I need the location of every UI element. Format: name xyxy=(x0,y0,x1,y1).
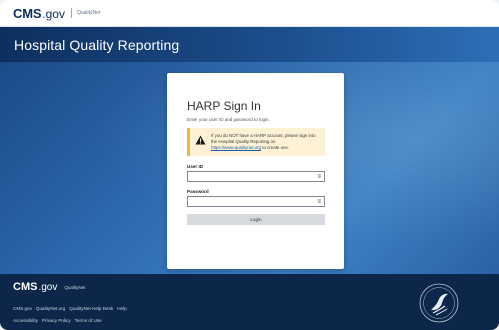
footer-links-row-2: Accessibility Privacy Policy Terms of Us… xyxy=(13,318,102,323)
user-id-field[interactable]: ≡ xyxy=(187,171,325,182)
password-label: Password xyxy=(187,189,209,194)
user-id-field-icon: ≡ xyxy=(317,173,321,180)
logo-subtitle: QualityNet xyxy=(76,10,101,16)
logo-gov-text: .gov xyxy=(42,6,65,21)
footer-link-qualitynet[interactable]: QualityNet.org xyxy=(36,306,65,311)
footer-link-privacy[interactable]: Privacy Policy xyxy=(42,318,71,323)
user-id-label: User ID xyxy=(187,164,204,169)
app-window: CMS .gov QualityNet Hospital Quality Rep… xyxy=(0,0,499,330)
footer-link-help-desk[interactable]: QualityNet Help Desk xyxy=(69,306,113,311)
alert-suffix: to create one. xyxy=(262,145,290,150)
footer-cms-logo[interactable]: CMS .gov QualityNet xyxy=(13,281,85,293)
footer-logo-gov: .gov xyxy=(38,282,58,293)
footer-logo-cms: CMS xyxy=(13,281,38,293)
warning-icon xyxy=(195,135,206,145)
footer-link-cms-gov[interactable]: CMS.gov xyxy=(13,306,32,311)
hhs-seal-icon xyxy=(419,283,459,323)
signin-title: HARP Sign In xyxy=(187,99,261,113)
page-header: Hospital Quality Reporting xyxy=(0,27,499,62)
password-field[interactable]: ≡ xyxy=(187,196,325,207)
page-title: Hospital Quality Reporting xyxy=(14,36,180,53)
footer-link-help[interactable]: Help xyxy=(117,306,126,311)
logo-cms-text: CMS xyxy=(13,5,42,21)
logo-divider xyxy=(70,8,72,18)
cms-logo[interactable]: CMS .gov QualityNet xyxy=(13,6,100,21)
signin-subtitle: Enter your user ID and password to login… xyxy=(187,117,270,122)
password-field-icon: ≡ xyxy=(317,198,321,205)
footer-links-row-1: CMS.gov QualityNet.org QualityNet Help D… xyxy=(13,306,127,311)
footer-link-terms[interactable]: Terms of Use xyxy=(75,318,102,323)
signin-card: HARP Sign In Enter your user ID and pass… xyxy=(167,73,344,269)
warning-alert: If you do NOT have a HARP account, pleas… xyxy=(187,128,325,156)
footer-logo-subtitle: QualityNet xyxy=(64,284,86,290)
top-bar: CMS .gov QualityNet xyxy=(0,0,499,27)
alert-text: If you do NOT have a HARP account, pleas… xyxy=(211,133,320,151)
alert-message: If you do NOT have a HARP account, pleas… xyxy=(211,133,316,144)
footer-link-accessibility[interactable]: Accessibility xyxy=(13,318,38,323)
qualitynet-link[interactable]: https://www.qualitynet.org xyxy=(211,145,261,150)
login-button[interactable]: Login xyxy=(187,214,325,225)
